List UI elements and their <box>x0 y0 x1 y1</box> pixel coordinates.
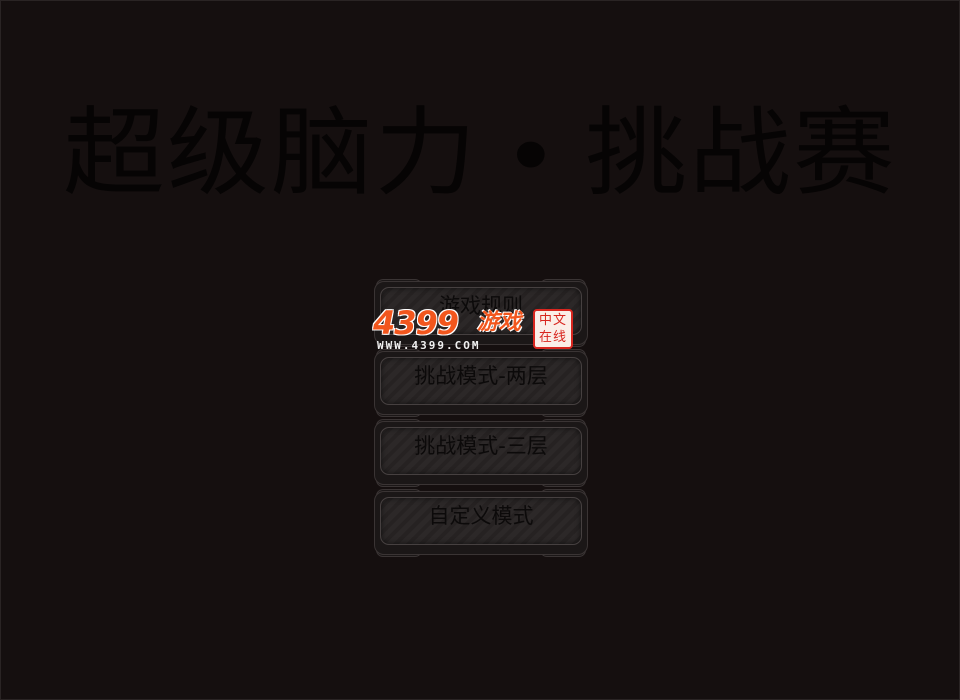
brand-text: 游戏 <box>477 310 522 335</box>
brand-url: WWW.4399.COM <box>377 339 481 352</box>
seal-text: 中文 在线 <box>538 313 567 345</box>
challenge-three-layer-button[interactable]: 挑战模式-三层 <box>374 419 588 487</box>
brand-watermark-logo: 4399 游戏 WWW.4399.COM 中文 在线 <box>373 305 579 355</box>
challenge-two-layer-label: 挑战模式-两层 <box>414 364 548 388</box>
challenge-three-layer-label: 挑战模式-三层 <box>414 434 548 458</box>
seal-stamp-icon: 中文 在线 <box>533 309 573 349</box>
game-title: 超级脑力 • 挑战赛 <box>63 97 897 209</box>
challenge-two-layer-button[interactable]: 挑战模式-两层 <box>374 349 588 417</box>
custom-mode-button[interactable]: 自定义模式 <box>374 489 588 557</box>
brand-number: 4399 <box>373 304 459 342</box>
game-stage: 超级脑力 • 挑战赛 游戏规则 挑战模式-两层 挑战模式-三层 自定义模式 43… <box>0 0 960 700</box>
custom-mode-label: 自定义模式 <box>428 504 534 528</box>
